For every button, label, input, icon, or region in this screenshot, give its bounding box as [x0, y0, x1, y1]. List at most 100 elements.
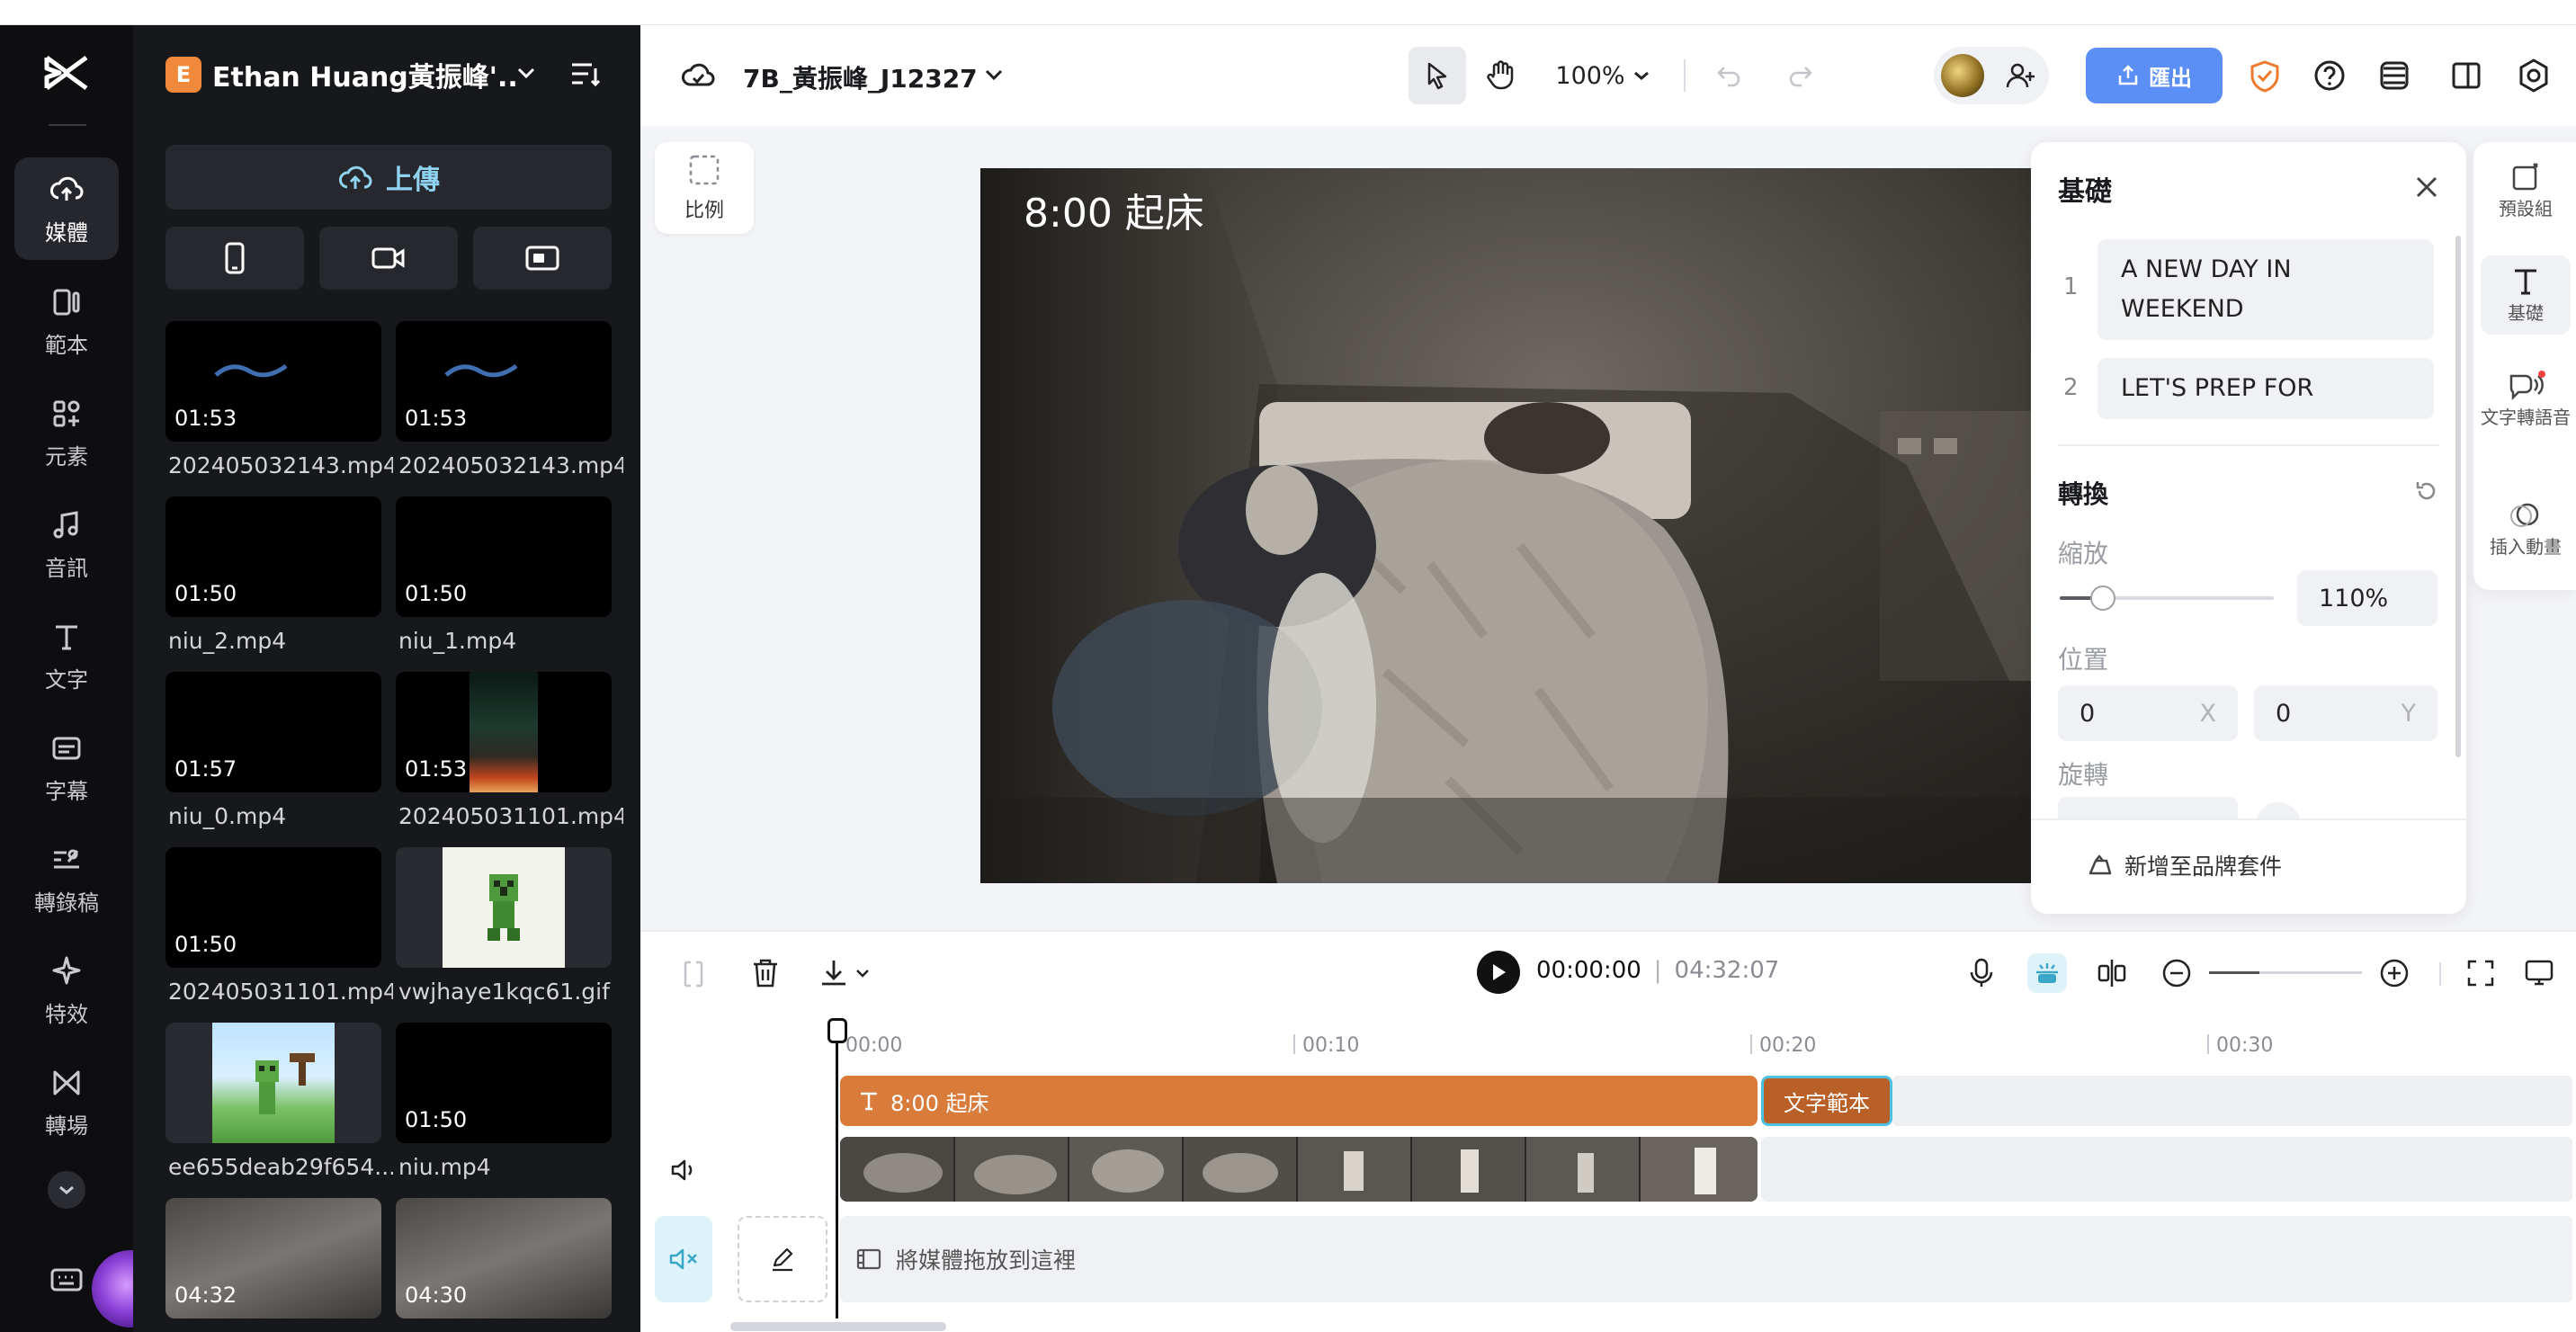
position-label: 位置: [2058, 645, 2109, 675]
nav-item-elements[interactable]: 元素: [14, 381, 119, 484]
media-thumbnail[interactable]: 01:53: [396, 672, 612, 792]
media-drop-zone[interactable]: 將媒體拖放到這裡: [840, 1216, 2572, 1302]
template-clip[interactable]: 文字範本: [1761, 1076, 1892, 1126]
position-x-input[interactable]: 0 X: [2058, 685, 2238, 741]
keyboard-icon[interactable]: [50, 1266, 83, 1293]
video-canvas[interactable]: 8:00 起床: [980, 168, 2031, 883]
rail-item-animation[interactable]: 插入動畫: [2481, 500, 2571, 558]
record-video-button[interactable]: [319, 227, 458, 290]
media-thumbnail[interactable]: 01:50: [396, 496, 612, 617]
record-screen-button[interactable]: [473, 227, 612, 290]
media-thumbnail[interactable]: 04:30: [396, 1198, 612, 1319]
project-name[interactable]: 7B_黃振峰_J12327: [743, 59, 978, 95]
media-thumbnail[interactable]: 01:50: [396, 1023, 612, 1143]
rail-item-basic[interactable]: 基礎: [2481, 255, 2571, 335]
ruler-tick-mark: [1750, 1034, 1752, 1054]
scale-input[interactable]: 110%: [2297, 570, 2437, 626]
nav-item-media[interactable]: 媒體: [14, 157, 119, 260]
video-text-overlay[interactable]: 8:00 起床: [1024, 181, 1204, 238]
magnet-snap-button[interactable]: [2027, 953, 2067, 993]
zoom-value: 100%: [1555, 61, 1625, 90]
cloud-sync-icon[interactable]: [680, 59, 716, 90]
media-thumbnail[interactable]: [396, 847, 612, 968]
trim-icon[interactable]: [680, 959, 707, 989]
play-button[interactable]: [1477, 951, 1520, 994]
properties-panel: 基礎 1 A NEW DAY IN WEEKEND 2 LET'S PREP F…: [2031, 142, 2466, 914]
phone-upload-button[interactable]: [165, 227, 304, 290]
media-thumbnail[interactable]: 01:50: [165, 847, 381, 968]
media-thumbnail[interactable]: 01:53: [396, 321, 612, 442]
nav-item-transcript[interactable]: 轉錄稿: [14, 827, 119, 930]
download-menu-button[interactable]: [818, 957, 871, 989]
panel-layout-icon[interactable]: [2450, 59, 2482, 92]
microphone-icon[interactable]: [1968, 957, 1995, 989]
hand-tool-button[interactable]: [1471, 47, 1529, 104]
zoom-in-icon[interactable]: [2378, 957, 2411, 989]
avatar[interactable]: [1941, 54, 1984, 97]
text-item-1[interactable]: A NEW DAY IN WEEKEND: [2097, 239, 2434, 340]
redo-button[interactable]: [1779, 54, 1822, 97]
props-scrollbar[interactable]: [2455, 236, 2461, 757]
nav-label: 媒體: [45, 219, 88, 246]
nav-item-transitions[interactable]: 轉場: [14, 1050, 119, 1153]
add-to-brand-kit-button[interactable]: 新增至品牌套件: [2087, 849, 2282, 881]
rail-item-text-to-speech[interactable]: 文字轉語音: [2481, 371, 2571, 428]
toolbar-divider: [2439, 962, 2441, 986]
export-button[interactable]: 匯出: [2086, 48, 2223, 103]
settings-gear-icon[interactable]: [2517, 58, 2551, 94]
add-collaborator-icon[interactable]: [2006, 61, 2036, 90]
media-thumbnail[interactable]: 01:57: [165, 672, 381, 792]
chevron-down-icon[interactable]: [516, 67, 536, 79]
current-time: 00:00:00: [1536, 957, 1641, 984]
layers-stack-icon[interactable]: [2378, 59, 2411, 92]
playhead[interactable]: [836, 1022, 838, 1319]
capcut-logo-icon[interactable]: [43, 52, 90, 94]
select-tool-button[interactable]: [1409, 47, 1466, 104]
nav-item-templates[interactable]: 範本: [14, 270, 119, 372]
text-clip[interactable]: 8:00 起床: [840, 1076, 1758, 1126]
volume-icon[interactable]: [669, 1157, 698, 1184]
mute-track-button[interactable]: [655, 1216, 712, 1302]
text-item-2[interactable]: LET'S PREP FOR: [2097, 358, 2434, 419]
media-thumbnail[interactable]: 01:50: [165, 496, 381, 617]
media-filename: ee655deab29f654...: [168, 1154, 393, 1180]
upload-button[interactable]: 上傳: [165, 145, 612, 210]
delete-trash-icon[interactable]: [750, 957, 781, 989]
media-thumbnail[interactable]: 04:32: [165, 1198, 381, 1319]
media-thumbnail[interactable]: 01:53: [165, 321, 381, 442]
nav-item-effects[interactable]: 特效: [14, 939, 119, 1041]
reset-icon[interactable]: [2414, 478, 2439, 504]
rail-item-presets[interactable]: 預設組: [2481, 162, 2571, 219]
ratio-label: 比例: [684, 200, 724, 222]
edit-cover-button[interactable]: [738, 1216, 827, 1302]
fullscreen-icon[interactable]: [2466, 959, 2495, 988]
sort-list-icon[interactable]: [570, 61, 601, 88]
workspace-switcher[interactable]: E Ethan Huang黃振峰'...: [165, 54, 516, 95]
chevron-down-icon: [59, 1185, 74, 1194]
timeline-horizontal-scrollbar[interactable]: [730, 1322, 946, 1331]
text-t-icon: [861, 1092, 877, 1111]
chevron-down-icon[interactable]: [984, 68, 1004, 81]
media-filename: niu_2.mp4: [168, 628, 287, 654]
nav-item-text[interactable]: 文字: [14, 604, 119, 707]
preview-monitor-icon[interactable]: [2524, 959, 2554, 988]
elements-icon: [53, 400, 80, 426]
split-icon[interactable]: [2096, 957, 2128, 989]
zoom-select[interactable]: 100%: [1549, 47, 1657, 104]
close-icon[interactable]: [2414, 174, 2439, 200]
aspect-ratio-button[interactable]: 比例: [655, 142, 754, 234]
rail-label: 文字轉語音: [2481, 407, 2571, 428]
nav-item-captions[interactable]: 字幕: [14, 716, 119, 818]
position-y-input[interactable]: 0 Y: [2254, 685, 2437, 741]
undo-button[interactable]: [1707, 54, 1750, 97]
shield-check-icon[interactable]: [2249, 59, 2281, 94]
nav-item-audio[interactable]: 音訊: [14, 493, 119, 595]
help-icon[interactable]: [2313, 59, 2346, 92]
scale-slider-knob[interactable]: [2089, 586, 2115, 611]
video-clip[interactable]: [840, 1137, 1758, 1202]
media-thumbnail[interactable]: [165, 1023, 381, 1143]
zoom-out-icon[interactable]: [2160, 957, 2193, 989]
nav-expand-button[interactable]: [48, 1171, 85, 1209]
playhead-handle[interactable]: [827, 1018, 847, 1043]
brand-kit-label: 新增至品牌套件: [2124, 854, 2283, 880]
